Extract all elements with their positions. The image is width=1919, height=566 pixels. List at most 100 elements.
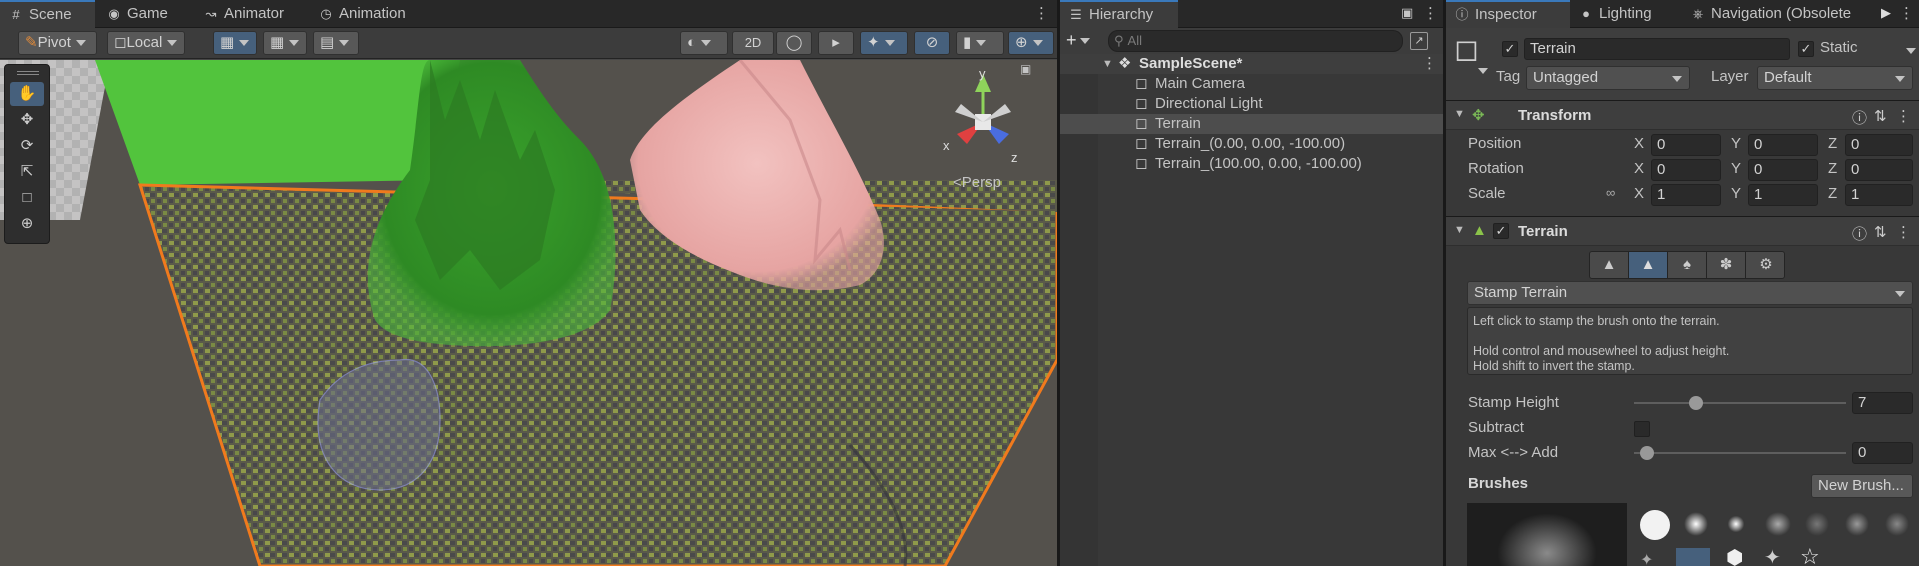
- brush-noise-1-icon[interactable]: [1765, 512, 1791, 536]
- tab-inspector[interactable]: ⓘ Inspector: [1446, 0, 1570, 28]
- scale-z-field[interactable]: 1: [1845, 184, 1913, 206]
- position-x-field[interactable]: 0: [1651, 134, 1721, 156]
- hierarchy-item-terrain-3[interactable]: ◻ Terrain_(100.00, 0.00, -100.00): [1060, 154, 1443, 174]
- tab-hierarchy[interactable]: ☰ Hierarchy: [1060, 0, 1178, 28]
- static-dropdown-icon[interactable]: [1906, 48, 1916, 54]
- slider-thumb[interactable]: [1640, 446, 1654, 460]
- component-menu-icon[interactable]: ⋮: [1896, 107, 1911, 125]
- brush-small-soft-icon[interactable]: [1727, 515, 1745, 533]
- terrain-enabled-checkbox[interactable]: ✓: [1493, 223, 1509, 239]
- tab-scroll-right-icon[interactable]: ▶: [1881, 5, 1891, 21]
- tab-animator[interactable]: ↝ Animator: [195, 0, 315, 28]
- scale-y-field[interactable]: 1: [1748, 184, 1818, 206]
- hierarchy-menu-icon[interactable]: ⋮: [1423, 5, 1438, 23]
- foldout-arrow-icon[interactable]: ▼: [1454, 108, 1465, 120]
- hierarchy-search[interactable]: ⚲ All: [1108, 30, 1403, 52]
- constrain-proportions-icon[interactable]: ∞: [1606, 185, 1615, 200]
- scene-visibility-button[interactable]: ⊘: [914, 31, 950, 55]
- transform-tool-icon[interactable]: ⊕: [10, 212, 44, 236]
- persp-label[interactable]: <Persp: [953, 174, 1001, 191]
- expand-arrow-icon[interactable]: ▼: [1102, 54, 1113, 74]
- layer-dropdown[interactable]: Default: [1757, 66, 1913, 90]
- paint-details-icon[interactable]: ✽: [1707, 252, 1746, 278]
- camera-dropdown[interactable]: ▮: [956, 31, 1004, 55]
- help-icon[interactable]: ⓘ: [1852, 223, 1867, 244]
- scene-viewport[interactable]: ✋ ✥ ⟳ ⇱ □ ⊕ y x z <Persp ▣: [0, 60, 1057, 566]
- audio-toggle-button[interactable]: ▸: [818, 31, 854, 55]
- snap-increment-button[interactable]: ▦: [263, 31, 307, 55]
- tab-scene[interactable]: # Scene: [0, 0, 95, 28]
- terrain-settings-icon[interactable]: ⚙: [1746, 252, 1784, 278]
- subtract-checkbox[interactable]: [1634, 421, 1650, 437]
- palette-grip-icon[interactable]: [17, 71, 39, 75]
- transform-header[interactable]: ▼ ✥ Transform ⓘ ⇅ ⋮: [1446, 100, 1919, 130]
- component-menu-icon[interactable]: ⋮: [1896, 223, 1911, 241]
- effects-dropdown[interactable]: ✦: [860, 31, 908, 55]
- tab-animation[interactable]: ◷ Animation: [310, 0, 440, 28]
- tab-navigation[interactable]: ⎈ Navigation (Obsolete: [1682, 0, 1880, 28]
- max-add-slider[interactable]: [1634, 444, 1846, 462]
- max-add-field[interactable]: 0: [1852, 442, 1913, 464]
- help-icon[interactable]: ⓘ: [1852, 107, 1867, 128]
- terrain-tool-dropdown[interactable]: Stamp Terrain: [1467, 281, 1913, 305]
- slider-thumb[interactable]: [1689, 396, 1703, 410]
- lock-icon[interactable]: ▣: [1401, 5, 1413, 21]
- brush-noise-2-icon[interactable]: [1805, 512, 1829, 536]
- orientation-gizmo[interactable]: y x z <Persp: [935, 66, 1045, 192]
- mode-2d-button[interactable]: 2D: [732, 31, 774, 55]
- stamp-height-field[interactable]: 7: [1852, 392, 1913, 414]
- brush-hexagon-icon[interactable]: ⬢: [1726, 548, 1743, 566]
- object-name-field[interactable]: Terrain: [1524, 38, 1790, 60]
- scale-x-field[interactable]: 1: [1651, 184, 1721, 206]
- brush-noise-4-icon[interactable]: [1885, 512, 1909, 536]
- hand-tool-icon[interactable]: ✋: [10, 82, 44, 106]
- lock-icon[interactable]: ▣: [1020, 62, 1031, 76]
- active-checkbox[interactable]: ✓: [1502, 41, 1518, 57]
- brush-star-outline-icon[interactable]: ☆: [1800, 546, 1820, 566]
- add-button[interactable]: +: [1066, 30, 1102, 52]
- tab-game[interactable]: ◉ Game: [98, 0, 188, 28]
- scene-row[interactable]: ▼ ❖ SampleScene* ⋮: [1060, 54, 1443, 74]
- scene-row-menu-icon[interactable]: ⋮: [1422, 55, 1437, 73]
- search-options-icon[interactable]: ↗: [1410, 32, 1428, 50]
- grid-toggle-button[interactable]: ▤: [313, 31, 359, 55]
- brush-hard-round-icon[interactable]: [1640, 510, 1670, 540]
- position-y-field[interactable]: 0: [1748, 134, 1818, 156]
- brush-noise-3-icon[interactable]: [1845, 512, 1869, 536]
- brush-spike-icon[interactable]: ✦: [1640, 550, 1653, 566]
- inspector-menu-icon[interactable]: ⋮: [1899, 5, 1914, 23]
- shading-mode-dropdown[interactable]: ◐: [680, 31, 728, 55]
- paint-trees-icon[interactable]: ♠: [1668, 252, 1707, 278]
- scale-tool-icon[interactable]: ⇱: [10, 160, 44, 184]
- icon-dropdown-icon[interactable]: [1478, 68, 1488, 74]
- pivot-dropdown[interactable]: ✎Pivot: [18, 31, 97, 55]
- hierarchy-item-directional-light[interactable]: ◻ Directional Light: [1060, 94, 1443, 114]
- lighting-toggle-button[interactable]: ◯: [776, 31, 812, 55]
- create-neighbor-terrains-icon[interactable]: ▲: [1590, 252, 1629, 278]
- stamp-height-slider[interactable]: [1634, 394, 1846, 412]
- gizmos-dropdown[interactable]: ⊕: [1008, 31, 1054, 55]
- rect-tool-icon[interactable]: □: [10, 186, 44, 210]
- hierarchy-item-terrain-2[interactable]: ◻ Terrain_(0.00, 0.00, -100.00): [1060, 134, 1443, 154]
- brush-selected-icon[interactable]: [1676, 548, 1710, 566]
- scene-menu-icon[interactable]: ⋮: [1034, 5, 1049, 23]
- presets-icon[interactable]: ⇅: [1874, 107, 1887, 125]
- rotation-z-field[interactable]: 0: [1845, 159, 1913, 181]
- presets-icon[interactable]: ⇅: [1874, 223, 1887, 241]
- static-checkbox[interactable]: ✓: [1798, 41, 1814, 57]
- brush-soft-round-icon[interactable]: [1684, 512, 1708, 536]
- local-dropdown[interactable]: ◻Local: [107, 31, 185, 55]
- hierarchy-item-terrain[interactable]: ◻ Terrain: [1060, 114, 1443, 134]
- position-z-field[interactable]: 0: [1845, 134, 1913, 156]
- terrain-header[interactable]: ▼ ▲ ✓ Terrain ⓘ ⇅ ⋮: [1446, 216, 1919, 246]
- new-brush-button[interactable]: New Brush...: [1811, 474, 1913, 498]
- brush-star-solid-icon[interactable]: ✦: [1764, 548, 1781, 566]
- rotate-tool-icon[interactable]: ⟳: [10, 134, 44, 158]
- tag-dropdown[interactable]: Untagged: [1526, 66, 1690, 90]
- tab-lighting[interactable]: ● Lighting: [1570, 0, 1680, 28]
- rotation-x-field[interactable]: 0: [1651, 159, 1721, 181]
- foldout-arrow-icon[interactable]: ▼: [1454, 224, 1465, 236]
- grid-snap-button[interactable]: ▦: [213, 31, 257, 55]
- move-tool-icon[interactable]: ✥: [10, 108, 44, 132]
- rotation-y-field[interactable]: 0: [1748, 159, 1818, 181]
